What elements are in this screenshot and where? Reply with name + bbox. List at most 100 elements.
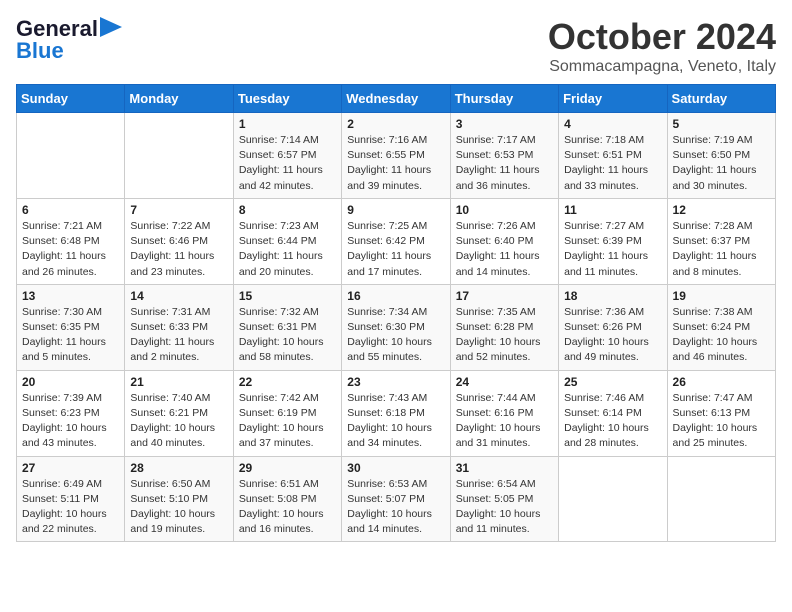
calendar-cell	[125, 113, 233, 199]
week-row-3: 13 Sunrise: 7:30 AM Sunset: 6:35 PM Dayli…	[17, 284, 776, 370]
calendar-cell: 13 Sunrise: 7:30 AM Sunset: 6:35 PM Dayli…	[17, 284, 125, 370]
day-info: Sunrise: 7:21 AM Sunset: 6:48 PM Dayligh…	[22, 219, 119, 280]
day-info: Sunrise: 6:49 AM Sunset: 5:11 PM Dayligh…	[22, 477, 119, 538]
day-info: Sunrise: 6:51 AM Sunset: 5:08 PM Dayligh…	[239, 477, 336, 538]
calendar-cell: 21Sunrise: 7:40 AM Sunset: 6:21 PM Dayli…	[125, 370, 233, 456]
calendar-header-row: SundayMondayTuesdayWednesdayThursdayFrid…	[17, 85, 776, 113]
calendar-cell: 24Sunrise: 7:44 AM Sunset: 6:16 PM Dayli…	[450, 370, 558, 456]
day-number: 3	[456, 117, 553, 131]
day-number: 8	[239, 203, 336, 217]
day-info: Sunrise: 7:36 AM Sunset: 6:26 PM Dayligh…	[564, 305, 661, 366]
calendar-cell: 18 Sunrise: 7:36 AM Sunset: 6:26 PM Dayli…	[559, 284, 667, 370]
day-header-wednesday: Wednesday	[342, 85, 450, 113]
week-row-1: 1 Sunrise: 7:14 AM Sunset: 6:57 PM Daylig…	[17, 113, 776, 199]
day-info: Sunrise: 7:30 AM Sunset: 6:35 PM Dayligh…	[22, 305, 119, 366]
day-number: 18	[564, 289, 661, 303]
day-number: 15	[239, 289, 336, 303]
calendar-cell: 22 Sunrise: 7:42 AM Sunset: 6:19 PM Dayli…	[233, 370, 341, 456]
calendar-cell: 23 Sunrise: 7:43 AM Sunset: 6:18 PM Dayli…	[342, 370, 450, 456]
day-info: Sunrise: 7:43 AM Sunset: 6:18 PM Dayligh…	[347, 391, 444, 452]
page-header: General Blue October 2024 Sommacampagna,…	[16, 16, 776, 76]
week-row-5: 27 Sunrise: 6:49 AM Sunset: 5:11 PM Dayli…	[17, 456, 776, 542]
calendar-cell: 28 Sunrise: 6:50 AM Sunset: 5:10 PM Dayli…	[125, 456, 233, 542]
day-header-monday: Monday	[125, 85, 233, 113]
day-number: 5	[673, 117, 770, 131]
calendar-body: 1 Sunrise: 7:14 AM Sunset: 6:57 PM Daylig…	[17, 113, 776, 542]
calendar-cell: 3 Sunrise: 7:17 AM Sunset: 6:53 PM Daylig…	[450, 113, 558, 199]
day-info: Sunrise: 7:34 AM Sunset: 6:30 PM Dayligh…	[347, 305, 444, 366]
day-header-sunday: Sunday	[17, 85, 125, 113]
day-header-saturday: Saturday	[667, 85, 775, 113]
day-info: Sunrise: 7:39 AM Sunset: 6:23 PM Dayligh…	[22, 391, 119, 452]
day-info: Sunrise: 6:50 AM Sunset: 5:10 PM Dayligh…	[130, 477, 227, 538]
day-number: 10	[456, 203, 553, 217]
day-info: Sunrise: 7:19 AM Sunset: 6:50 PM Dayligh…	[673, 133, 770, 194]
calendar-cell: 8 Sunrise: 7:23 AM Sunset: 6:44 PM Daylig…	[233, 198, 341, 284]
location: Sommacampagna, Veneto, Italy	[548, 58, 776, 76]
day-number: 21	[130, 375, 227, 389]
day-number: 13	[22, 289, 119, 303]
day-number: 7	[130, 203, 227, 217]
day-number: 31	[456, 461, 553, 475]
day-info: Sunrise: 6:53 AM Sunset: 5:07 PM Dayligh…	[347, 477, 444, 538]
day-header-tuesday: Tuesday	[233, 85, 341, 113]
logo-blue: Blue	[16, 38, 64, 64]
day-info: Sunrise: 7:25 AM Sunset: 6:42 PM Dayligh…	[347, 219, 444, 280]
calendar-cell: 7Sunrise: 7:22 AM Sunset: 6:46 PM Daylig…	[125, 198, 233, 284]
day-info: Sunrise: 7:27 AM Sunset: 6:39 PM Dayligh…	[564, 219, 661, 280]
week-row-4: 20 Sunrise: 7:39 AM Sunset: 6:23 PM Dayli…	[17, 370, 776, 456]
calendar-cell: 11 Sunrise: 7:27 AM Sunset: 6:39 PM Dayli…	[559, 198, 667, 284]
calendar-cell: 16 Sunrise: 7:34 AM Sunset: 6:30 PM Dayli…	[342, 284, 450, 370]
day-number: 1	[239, 117, 336, 131]
day-info: Sunrise: 7:16 AM Sunset: 6:55 PM Dayligh…	[347, 133, 444, 194]
day-header-thursday: Thursday	[450, 85, 558, 113]
day-number: 12	[673, 203, 770, 217]
calendar-cell: 12 Sunrise: 7:28 AM Sunset: 6:37 PM Dayli…	[667, 198, 775, 284]
day-number: 26	[673, 375, 770, 389]
day-number: 27	[22, 461, 119, 475]
day-number: 19	[673, 289, 770, 303]
day-number: 22	[239, 375, 336, 389]
day-number: 9	[347, 203, 444, 217]
calendar-cell: 31 Sunrise: 6:54 AM Sunset: 5:05 PM Dayli…	[450, 456, 558, 542]
calendar-cell: 20 Sunrise: 7:39 AM Sunset: 6:23 PM Dayli…	[17, 370, 125, 456]
calendar-cell: 14Sunrise: 7:31 AM Sunset: 6:33 PM Dayli…	[125, 284, 233, 370]
day-info: Sunrise: 7:47 AM Sunset: 6:13 PM Dayligh…	[673, 391, 770, 452]
day-info: Sunrise: 7:17 AM Sunset: 6:53 PM Dayligh…	[456, 133, 553, 194]
day-number: 25	[564, 375, 661, 389]
day-info: Sunrise: 6:54 AM Sunset: 5:05 PM Dayligh…	[456, 477, 553, 538]
calendar-cell: 26 Sunrise: 7:47 AM Sunset: 6:13 PM Dayli…	[667, 370, 775, 456]
day-number: 28	[130, 461, 227, 475]
calendar-cell: 29 Sunrise: 6:51 AM Sunset: 5:08 PM Dayli…	[233, 456, 341, 542]
day-number: 29	[239, 461, 336, 475]
calendar-cell: 6Sunrise: 7:21 AM Sunset: 6:48 PM Daylig…	[17, 198, 125, 284]
day-number: 23	[347, 375, 444, 389]
day-info: Sunrise: 7:28 AM Sunset: 6:37 PM Dayligh…	[673, 219, 770, 280]
calendar-cell: 2Sunrise: 7:16 AM Sunset: 6:55 PM Daylig…	[342, 113, 450, 199]
day-info: Sunrise: 7:23 AM Sunset: 6:44 PM Dayligh…	[239, 219, 336, 280]
day-number: 14	[130, 289, 227, 303]
calendar-cell: 27 Sunrise: 6:49 AM Sunset: 5:11 PM Dayli…	[17, 456, 125, 542]
month-title: October 2024	[548, 16, 776, 58]
calendar-cell: 5 Sunrise: 7:19 AM Sunset: 6:50 PM Daylig…	[667, 113, 775, 199]
day-info: Sunrise: 7:38 AM Sunset: 6:24 PM Dayligh…	[673, 305, 770, 366]
day-info: Sunrise: 7:14 AM Sunset: 6:57 PM Dayligh…	[239, 133, 336, 194]
day-number: 11	[564, 203, 661, 217]
calendar-cell: 30 Sunrise: 6:53 AM Sunset: 5:07 PM Dayli…	[342, 456, 450, 542]
day-info: Sunrise: 7:42 AM Sunset: 6:19 PM Dayligh…	[239, 391, 336, 452]
day-info: Sunrise: 7:26 AM Sunset: 6:40 PM Dayligh…	[456, 219, 553, 280]
day-info: Sunrise: 7:46 AM Sunset: 6:14 PM Dayligh…	[564, 391, 661, 452]
logo-arrow-icon	[100, 17, 122, 37]
day-number: 4	[564, 117, 661, 131]
day-number: 16	[347, 289, 444, 303]
calendar-cell	[667, 456, 775, 542]
day-number: 20	[22, 375, 119, 389]
calendar-cell: 4Sunrise: 7:18 AM Sunset: 6:51 PM Daylig…	[559, 113, 667, 199]
day-info: Sunrise: 7:35 AM Sunset: 6:28 PM Dayligh…	[456, 305, 553, 366]
day-number: 30	[347, 461, 444, 475]
calendar-cell	[559, 456, 667, 542]
calendar-cell: 15Sunrise: 7:32 AM Sunset: 6:31 PM Dayli…	[233, 284, 341, 370]
calendar-table: SundayMondayTuesdayWednesdayThursdayFrid…	[16, 84, 776, 542]
calendar-cell: 17Sunrise: 7:35 AM Sunset: 6:28 PM Dayli…	[450, 284, 558, 370]
calendar-cell	[17, 113, 125, 199]
